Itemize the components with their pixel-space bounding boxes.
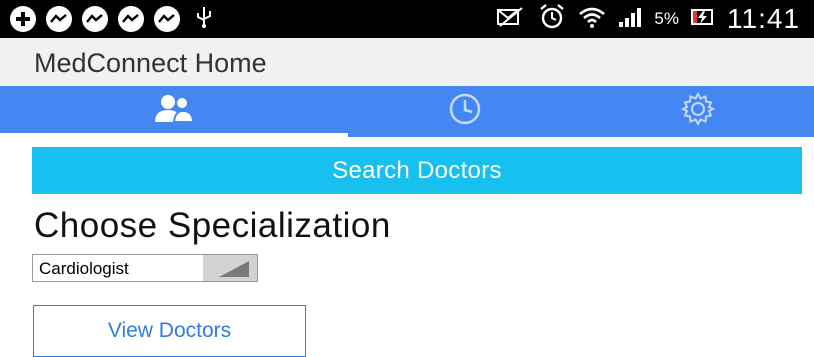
- status-bar: 5% 11:41: [0, 0, 814, 38]
- clock-icon: [448, 92, 482, 131]
- status-bar-system: 5% 11:41: [496, 0, 800, 38]
- specialization-select[interactable]: Cardiologist: [32, 254, 258, 282]
- alarm-icon: [538, 3, 566, 36]
- tab-history[interactable]: [348, 86, 581, 137]
- people-icon: [152, 94, 196, 129]
- battery-percent: 5%: [654, 9, 679, 28]
- status-bar-notifications: [10, 0, 212, 38]
- add-circle-icon: [10, 6, 36, 32]
- app-title-bar: MedConnect Home: [0, 38, 814, 86]
- app-title: MedConnect Home: [34, 48, 267, 78]
- specialization-heading: Choose Specialization: [34, 206, 391, 245]
- wifi-icon: [578, 5, 606, 34]
- view-doctors-button[interactable]: View Doctors: [33, 305, 306, 357]
- clock-time: 11:41: [727, 3, 800, 34]
- dropdown-arrow-icon: [203, 255, 257, 281]
- selected-tab-indicator: [0, 133, 348, 137]
- charging-icon: [691, 6, 715, 33]
- messenger-icon: [118, 6, 144, 32]
- usb-icon: [196, 5, 212, 34]
- tab-bar: [0, 86, 814, 137]
- messenger-icon: [46, 6, 72, 32]
- tab-doctors[interactable]: [0, 86, 348, 137]
- signal-icon: [618, 6, 642, 33]
- tab-settings[interactable]: [581, 86, 814, 137]
- messenger-icon: [154, 6, 180, 32]
- messenger-icon: [82, 6, 108, 32]
- search-doctors-button[interactable]: Search Doctors: [32, 147, 802, 194]
- gear-icon: [680, 91, 715, 131]
- specialization-value: Cardiologist: [39, 259, 129, 278]
- silent-icon: [496, 5, 526, 34]
